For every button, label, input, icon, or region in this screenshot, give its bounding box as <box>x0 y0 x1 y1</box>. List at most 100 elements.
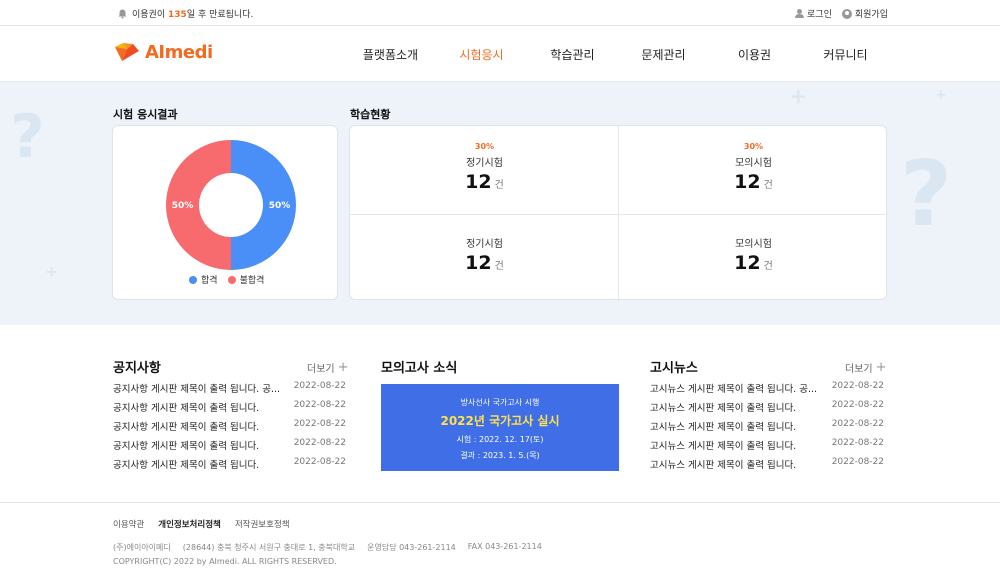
stat-percent: 30% <box>474 142 495 151</box>
list-item-title: 고시뉴스 게시판 제목이 출력 됩니다. <box>650 403 797 414</box>
logo[interactable]: AImedi <box>113 41 213 63</box>
logo-mark-icon <box>115 43 139 61</box>
legend-label-fail: 불합격 <box>239 276 265 286</box>
donut-chart: 50% 50% <box>165 139 297 275</box>
stat-label: 모의시험 <box>735 239 772 250</box>
list-item-title: 공지사항 게시판 제목이 출력 됩니다. 공... <box>113 384 281 395</box>
exam-result-card: 50% 50% 합격 불합격 <box>112 125 338 300</box>
banner-result-date: 결과 : 2023. 1. 5.(목) <box>460 451 540 460</box>
notice-more-button[interactable]: 더보기 + <box>307 359 349 376</box>
stat-number: 12 <box>465 252 492 274</box>
stat-unit: 건 <box>763 261 773 272</box>
stat-unit: 건 <box>763 180 773 191</box>
decor-plus-icon: + <box>45 262 59 281</box>
nav-item-exam[interactable]: 시험응시 <box>436 46 527 63</box>
notice-title: 공지사항 <box>113 361 161 376</box>
login-link[interactable]: 로그인 <box>795 7 832 20</box>
list-item-title: 공지사항 게시판 제목이 출력 됩니다. <box>113 422 260 433</box>
nav-item-community[interactable]: 커뮤니티 <box>800 46 891 63</box>
list-item[interactable]: 공지사항 게시판 제목이 출력 됩니다. 공... 2022-08-22 <box>113 381 346 400</box>
main-nav: 플랫폼소개 시험응시 학습관리 문제관리 이용권 커뮤니티 <box>345 46 891 63</box>
footer-link-terms[interactable]: 이용약관 <box>113 518 144 530</box>
list-item[interactable]: 공지사항 게시판 제목이 출력 됩니다. 2022-08-22 <box>113 419 346 438</box>
list-item[interactable]: 고시뉴스 게시판 제목이 출력 됩니다. 공... 2022-08-22 <box>650 381 884 400</box>
footer-address: (28644) 충북 청주시 서원구 충대로 1, 충북대학교 <box>182 543 356 552</box>
plus-icon: + <box>337 359 349 375</box>
list-item-title: 고시뉴스 게시판 제목이 출력 됩니다. 공... <box>650 384 818 395</box>
footer: 이용약관 개인정보처리정책 저작권보호정책 (주)에이아이메디 (28644) … <box>0 502 1000 579</box>
banner-subtitle: 방사선사 국가고사 시행 <box>460 398 540 407</box>
auth-links: 로그인 회원가입 <box>795 7 888 20</box>
donut-slice-label: 50% <box>172 201 194 211</box>
list-item[interactable]: 고시뉴스 게시판 제목이 출력 됩니다. 2022-08-22 <box>650 457 884 476</box>
list-item[interactable]: 고시뉴스 게시판 제목이 출력 됩니다. 2022-08-22 <box>650 438 884 457</box>
stat-value: 12 건 <box>350 171 619 193</box>
footer-link-copyright[interactable]: 저작권보호정책 <box>235 518 290 530</box>
legend-item-pass: 합격 <box>189 273 218 286</box>
banner-exam-date: 시험 : 2022. 12. 17(토) <box>456 435 544 444</box>
mock-news-title: 모의고사 소식 <box>381 361 458 376</box>
stat-number: 12 <box>734 171 761 193</box>
legend-dot-pass <box>189 275 197 284</box>
stat-unit: 건 <box>494 180 504 191</box>
list-item-date: 2022-08-22 <box>293 400 346 410</box>
decor-plus-icon: + <box>790 84 807 108</box>
list-item-title: 고시뉴스 게시판 제목이 출력 됩니다. <box>650 441 797 452</box>
main-header: AImedi 플랫폼소개 시험응시 학습관리 문제관리 이용권 커뮤니티 <box>0 26 1000 82</box>
learning-status-card: 30% 정기시험 12 건 30% 모의시험 12 건 정기시험 12 건 모의시험 … <box>349 125 888 302</box>
footer-link-privacy[interactable]: 개인정보처리정책 <box>158 518 221 530</box>
stat-percent: 30% <box>743 142 764 151</box>
plus-icon: + <box>875 359 887 375</box>
footer-company-info: (주)에이아이메디 (28644) 충북 청주시 서원구 충대로 1, 충북대학… <box>113 542 542 553</box>
exam-news-more-button[interactable]: 더보기 + <box>845 359 887 376</box>
list-item-date: 2022-08-22 <box>831 457 884 467</box>
legend-dot-fail <box>227 275 236 284</box>
stat-label: 모의시험 <box>735 158 772 169</box>
stat-value: 12 건 <box>619 171 888 193</box>
notice-list: 공지사항 게시판 제목이 출력 됩니다. 공... 2022-08-22 공지사항… <box>113 381 346 476</box>
user-icon <box>795 9 805 18</box>
list-item[interactable]: 공지사항 게시판 제목이 출력 됩니다. 2022-08-22 <box>113 400 346 419</box>
more-label: 더보기 <box>307 364 335 375</box>
list-item[interactable]: 고시뉴스 게시판 제목이 출력 됩니다. 2022-08-22 <box>650 400 884 419</box>
decor-plus-icon: + <box>935 87 947 103</box>
list-item-title: 공지사항 게시판 제목이 출력 됩니다. <box>113 441 260 452</box>
top-bar: 이용권이 135일 후 만료됩니다. 로그인 회원가입 <box>0 0 1000 26</box>
mock-exam-banner[interactable]: 방사선사 국가고사 시행 2022년 국가고사 실시 시험 : 2022. 12… <box>381 384 619 471</box>
list-item-date: 2022-08-22 <box>831 381 884 391</box>
list-item-date: 2022-08-22 <box>831 438 884 448</box>
nav-item-subscription[interactable]: 이용권 <box>709 46 800 63</box>
login-label: 로그인 <box>807 10 832 20</box>
footer-company: (주)에이아이메디 <box>113 543 171 552</box>
more-label: 더보기 <box>845 364 873 375</box>
legend-label-pass: 합격 <box>201 276 218 286</box>
stat-cell-mock-top: 30% 모의시험 12 건 <box>619 126 888 214</box>
stat-label: 정기시험 <box>466 158 503 169</box>
signup-label: 회원가입 <box>854 10 888 20</box>
list-item-date: 2022-08-22 <box>293 381 346 391</box>
exam-result-title: 시험 응시결과 <box>113 108 178 121</box>
notice-days: 135 <box>168 10 187 20</box>
nav-item-questions[interactable]: 문제관리 <box>618 46 709 63</box>
list-item[interactable]: 고시뉴스 게시판 제목이 출력 됩니다. 2022-08-22 <box>650 419 884 438</box>
list-item-title: 공지사항 게시판 제목이 출력 됩니다. <box>113 403 260 414</box>
decor-question-icon: ? <box>10 102 45 172</box>
signup-link[interactable]: 회원가입 <box>841 7 888 20</box>
chart-legend: 합격 불합격 <box>189 273 264 286</box>
stat-cell-mock-bottom: 모의시험 12 건 <box>619 214 888 302</box>
footer-phone: 운영담당 043-261-2114 <box>367 543 456 552</box>
donut-chart-svg: 50% 50% <box>166 140 296 270</box>
list-item-date: 2022-08-22 <box>293 419 346 429</box>
subscription-notice: 이용권이 135일 후 만료됩니다. <box>118 7 253 20</box>
list-item[interactable]: 공지사항 게시판 제목이 출력 됩니다. 2022-08-22 <box>113 457 346 476</box>
stat-unit: 건 <box>494 261 504 272</box>
stat-cell-regular-top: 30% 정기시험 12 건 <box>350 126 619 214</box>
banner-headline: 2022년 국가고사 실시 <box>440 414 560 428</box>
list-item[interactable]: 공지사항 게시판 제목이 출력 됩니다. 2022-08-22 <box>113 438 346 457</box>
nav-item-platform[interactable]: 플랫폼소개 <box>345 46 436 63</box>
list-item-date: 2022-08-22 <box>293 457 346 467</box>
notice-prefix: 이용권이 <box>132 10 166 20</box>
stat-value: 12 건 <box>619 252 888 274</box>
stat-number: 12 <box>465 171 492 193</box>
nav-item-learning[interactable]: 학습관리 <box>527 46 618 63</box>
